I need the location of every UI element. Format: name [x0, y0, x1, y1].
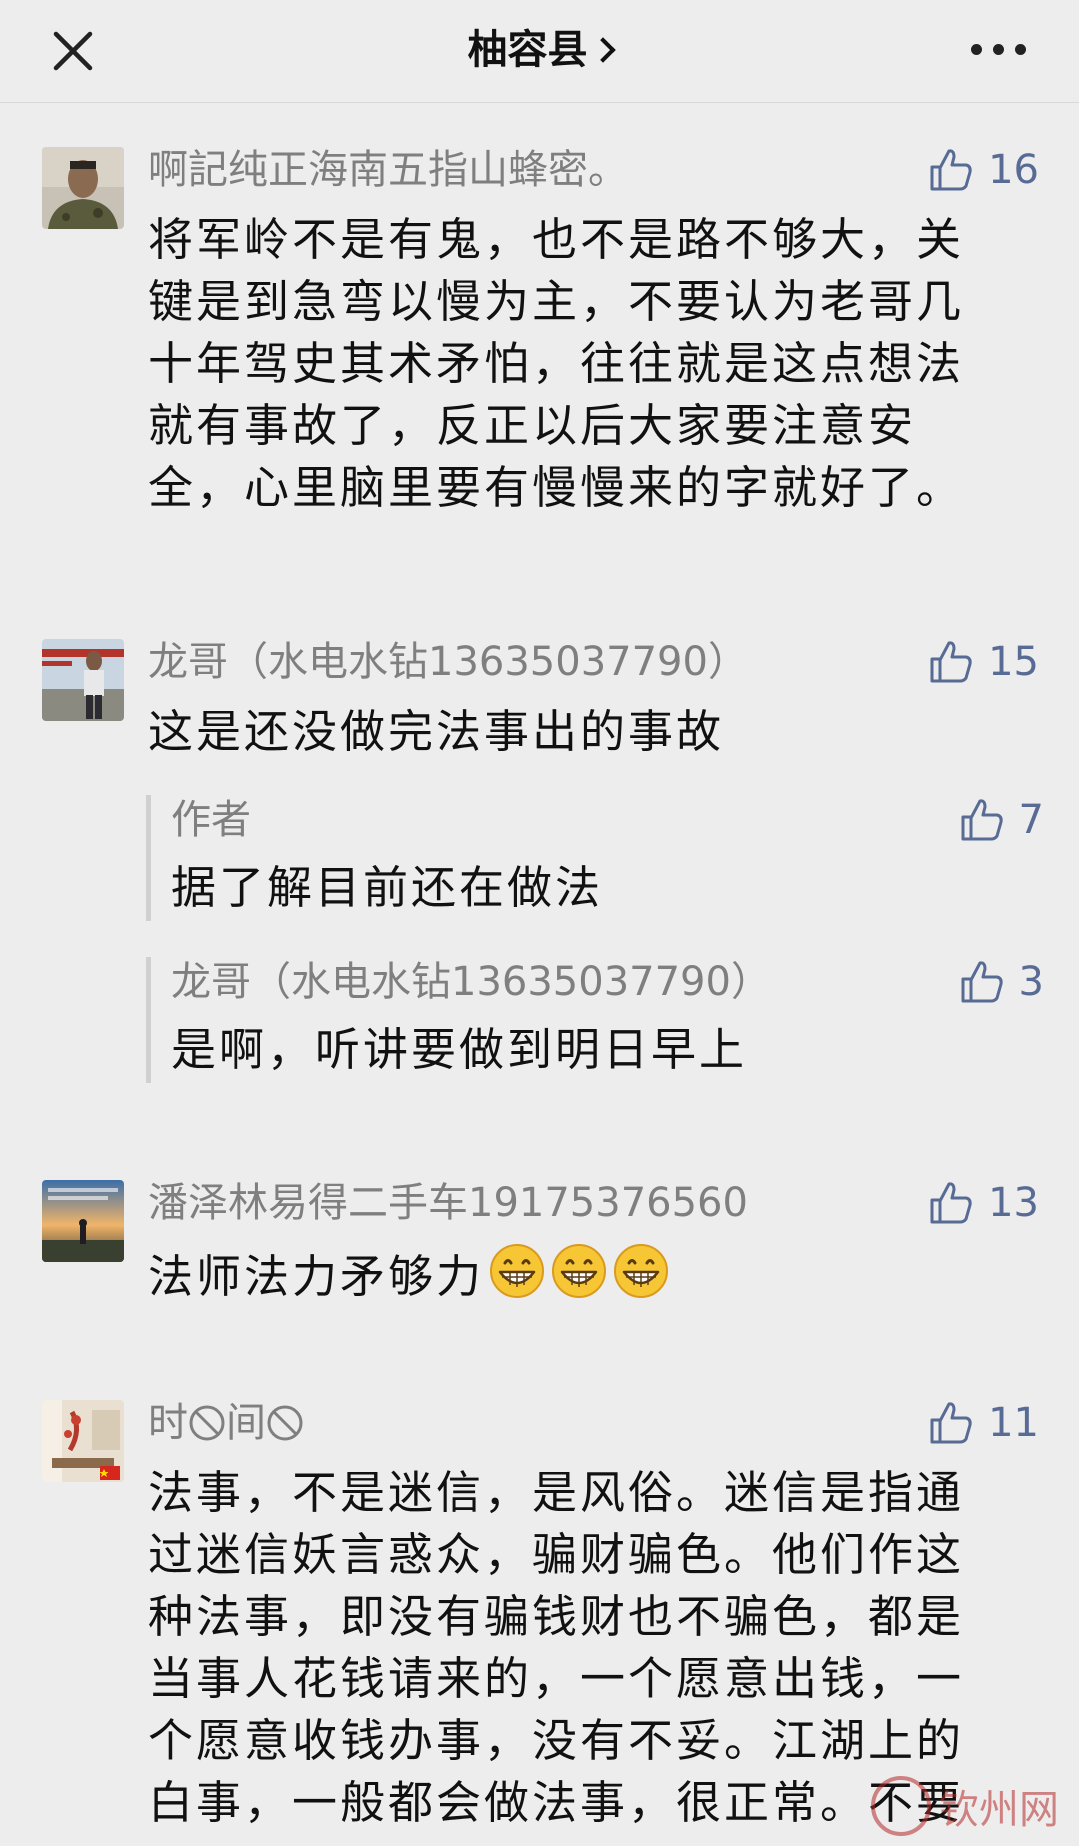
no-entry-icon: [267, 1405, 303, 1441]
comment-line: 将军岭不是有鬼，也不是路不够大，关: [148, 213, 965, 266]
like-button[interactable]: 11: [928, 1398, 1039, 1448]
reply-item: 龙哥（水电水钻13635037790） 3 是啊，听讲要做到明日早上: [146, 957, 1044, 1083]
thumbs-up-icon: [930, 1402, 972, 1444]
chevron-right-icon: [589, 37, 616, 63]
thumbs-up-icon: [930, 1182, 972, 1224]
commenter-name[interactable]: 时 间: [148, 1398, 304, 1448]
more-icon[interactable]: [971, 40, 1031, 60]
reply-item: 作者 7 据了解目前还在做法: [146, 795, 1044, 921]
commenter-name[interactable]: 潘泽林易得二手车19175376560: [148, 1178, 748, 1228]
like-button[interactable]: 15: [928, 637, 1039, 687]
like-count: 13: [988, 1180, 1039, 1226]
watermark-text: 钦州网: [939, 1787, 1059, 1833]
comment-line: 键是到急弯以慢为主，不要认为老哥几: [148, 275, 965, 328]
grinning-face-icon: [552, 1244, 607, 1298]
like-count: 11: [988, 1400, 1039, 1446]
comment-line: 当事人花钱请来的，一个愿意出钱，一: [148, 1652, 965, 1705]
top-navbar: 柚容县: [0, 0, 1079, 103]
page-title[interactable]: 柚容县: [0, 22, 1079, 78]
like-button[interactable]: 7: [959, 795, 1044, 845]
reply-author[interactable]: 龙哥（水电水钻13635037790）: [171, 957, 771, 1007]
comment-line: 这是还没做完法事出的事故: [148, 705, 725, 758]
comment-line: 法事，不是迷信，是风俗。迷信是指通: [148, 1466, 965, 1519]
no-entry-icon: [189, 1405, 225, 1441]
like-button[interactable]: 16: [928, 145, 1039, 195]
comment-line: 就有事故了，反正以后大家要注意安: [148, 399, 917, 452]
avatar[interactable]: [42, 1180, 124, 1262]
reply-text: 据了解目前还在做法: [171, 861, 604, 914]
page-title-text: 柚容县: [467, 27, 588, 73]
commenter-name[interactable]: 啊記纯正海南五指山蜂密。: [148, 145, 628, 195]
reply-author[interactable]: 作者: [171, 795, 251, 845]
thumbs-up-icon: [930, 149, 972, 191]
grinning-face-icon: [614, 1244, 669, 1298]
avatar[interactable]: [42, 1400, 124, 1482]
comment-line: 个愿意收钱办事，没有不妥。江湖上的: [148, 1714, 965, 1767]
commenter-name-part: 间: [226, 1400, 266, 1446]
like-count: 3: [1018, 959, 1044, 1005]
thumbs-up-icon: [930, 641, 972, 683]
comment-text: 将军岭不是有鬼，也不是路不够大，关 键是到急弯以慢为主，不要认为老哥几 十年驾史…: [148, 209, 1028, 519]
commenter-name-part: 时: [148, 1400, 188, 1446]
site-watermark: 钦州网: [871, 1776, 1059, 1836]
comment-text: 法师法力矛够力: [148, 1242, 1028, 1308]
watermark-seal-icon: [871, 1776, 931, 1836]
comment-line: 法师法力矛够力: [148, 1250, 485, 1303]
thumbs-up-icon: [961, 799, 1003, 841]
avatar[interactable]: [42, 147, 124, 229]
like-count: 16: [988, 147, 1039, 193]
like-count: 15: [988, 639, 1039, 685]
like-button[interactable]: 13: [928, 1178, 1039, 1228]
comment-line: 全，心里脑里要有慢慢来的字就好了。: [148, 461, 965, 514]
reply-text: 是啊，听讲要做到明日早上: [171, 1023, 748, 1076]
like-count: 7: [1018, 797, 1044, 843]
commenter-name[interactable]: 龙哥（水电水钻13635037790）: [148, 637, 748, 687]
avatar[interactable]: [42, 639, 124, 721]
comment-line: 过迷信妖言惑众，骗财骗色。他们作这: [148, 1528, 965, 1581]
comment-line: 十年驾史其术矛怕，往往就是这点想法: [148, 337, 965, 390]
comment-text: 这是还没做完法事出的事故: [148, 701, 1028, 763]
grinning-face-icon: [490, 1244, 545, 1298]
like-button[interactable]: 3: [959, 957, 1044, 1007]
thumbs-up-icon: [961, 961, 1003, 1003]
comment-line: 种法事，即没有骗钱财也不骗色，都是: [148, 1590, 965, 1643]
